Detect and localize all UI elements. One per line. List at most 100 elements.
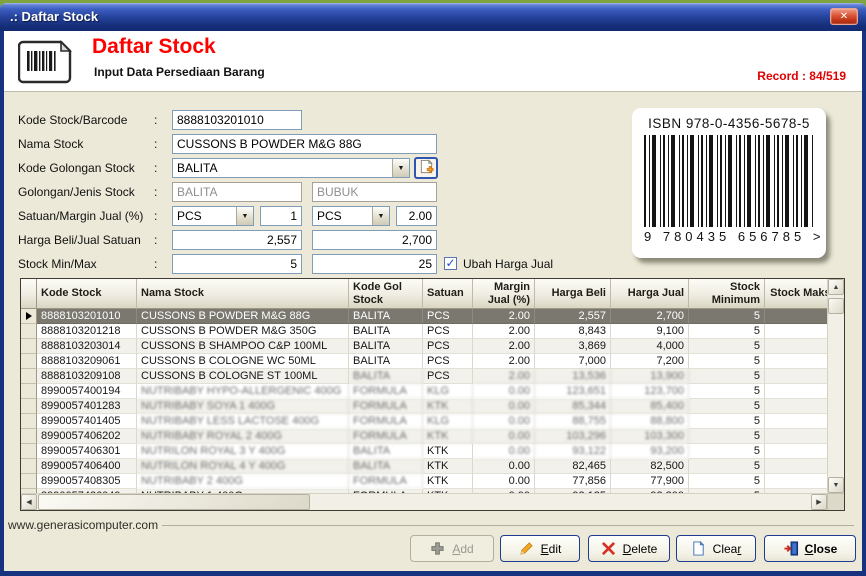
stock-max-input[interactable] xyxy=(312,254,437,274)
new-item-icon xyxy=(419,159,434,177)
harga-beli-input[interactable] xyxy=(172,230,302,250)
table-cell xyxy=(765,474,827,489)
row-selector[interactable] xyxy=(21,354,37,369)
table-cell: 2,700 xyxy=(611,309,689,324)
record-counter: Record : 84/519 xyxy=(757,69,846,83)
golongan-display-field xyxy=(172,182,302,202)
table-cell xyxy=(765,414,827,429)
table-cell xyxy=(765,324,827,339)
kode-golongan-combo[interactable]: BALITA ▼ xyxy=(172,158,410,178)
row-selector[interactable] xyxy=(21,369,37,384)
row-selector[interactable] xyxy=(21,399,37,414)
scroll-right-icon[interactable]: ▶ xyxy=(811,494,827,510)
stock-min-input[interactable] xyxy=(172,254,302,274)
column-header[interactable]: Satuan xyxy=(423,279,473,309)
chevron-down-icon[interactable]: ▼ xyxy=(372,207,389,225)
table-cell: 7,000 xyxy=(535,354,611,369)
edit-button[interactable]: Edit xyxy=(500,535,580,562)
kode-golongan-value: BALITA xyxy=(173,159,392,177)
column-header[interactable]: Kode Gol Stock xyxy=(349,279,423,309)
table-cell: NUTRILON ROYAL 4 Y 400G xyxy=(137,459,349,474)
table-cell: 2.00 xyxy=(473,369,535,384)
table-row[interactable]: 8888103203014CUSSONS B SHAMPOO C&P 100ML… xyxy=(21,339,827,354)
chevron-down-icon[interactable]: ▼ xyxy=(392,159,409,177)
add-golongan-button[interactable] xyxy=(414,157,438,179)
row-selector[interactable] xyxy=(21,429,37,444)
table-header-row: Kode StockNama StockKode Gol StockSatuan… xyxy=(21,279,827,309)
row-selector[interactable] xyxy=(21,444,37,459)
scroll-up-icon[interactable]: ▲ xyxy=(828,279,844,295)
close-icon[interactable]: ✕ xyxy=(830,8,858,25)
page-subtitle: Input Data Persediaan Barang xyxy=(94,65,265,79)
chevron-down-icon[interactable]: ▼ xyxy=(236,207,253,225)
label-kode-golongan: Kode Golongan Stock xyxy=(18,158,158,178)
harga-jual-input[interactable] xyxy=(312,230,437,250)
satuan2-combo[interactable]: PCS ▼ xyxy=(312,206,390,226)
table-cell: BALITA xyxy=(349,339,423,354)
table-cell: 5 xyxy=(689,474,765,489)
app-header: Daftar Stock Input Data Persediaan Baran… xyxy=(4,31,862,92)
table-cell: BALITA xyxy=(349,309,423,324)
table-cell xyxy=(765,309,827,324)
table-cell: 8990057401405 xyxy=(37,414,137,429)
table-row[interactable]: 8990057401283NUTRIBABY SOYA 1 400GFORMUL… xyxy=(21,399,827,414)
column-header[interactable]: Harga Jual xyxy=(611,279,689,309)
column-header[interactable]: Nama Stock xyxy=(137,279,349,309)
vertical-scroll-thumb[interactable] xyxy=(828,298,844,314)
table-row[interactable]: 8990057400194NUTRIBABY HYPO-ALLERGENIC 4… xyxy=(21,384,827,399)
scroll-left-icon[interactable]: ◀ xyxy=(21,494,37,510)
column-header[interactable]: Stock Minimum xyxy=(689,279,765,309)
table-cell: 0.00 xyxy=(473,459,535,474)
column-header[interactable]: Stock Maksimum xyxy=(765,279,827,309)
row-selector[interactable] xyxy=(21,324,37,339)
row-selector[interactable] xyxy=(21,339,37,354)
ubah-harga-checkbox[interactable]: ✓ xyxy=(444,257,457,270)
row-selector[interactable] xyxy=(21,414,37,429)
table-viewport: Kode StockNama StockKode Gol StockSatuan… xyxy=(21,279,827,493)
clear-button[interactable]: Clear xyxy=(676,535,756,562)
kode-stock-input[interactable] xyxy=(172,110,302,130)
table-cell: 8888103203014 xyxy=(37,339,137,354)
table-cell: BALITA xyxy=(349,444,423,459)
row-selector[interactable] xyxy=(21,459,37,474)
margin1-input[interactable] xyxy=(260,206,302,226)
close-button[interactable]: Close xyxy=(764,535,856,562)
column-header[interactable]: Margin Jual (%) xyxy=(473,279,535,309)
title-bar[interactable]: .: Daftar Stock ✕ xyxy=(0,3,866,31)
row-selector[interactable] xyxy=(21,474,37,489)
column-header[interactable]: Harga Beli xyxy=(535,279,611,309)
column-header[interactable]: Kode Stock xyxy=(37,279,137,309)
website-label: www.generasicomputer.com xyxy=(8,518,162,532)
table-row[interactable]: 8990057401405NUTRIBABY LESS LACTOSE 400G… xyxy=(21,414,827,429)
horizontal-scrollbar[interactable]: ◀ ▶ xyxy=(21,493,827,510)
table-row[interactable]: 8990057406400NUTRILON ROYAL 4 Y 400GBALI… xyxy=(21,459,827,474)
row-selector[interactable] xyxy=(21,309,37,324)
label-satuan-margin: Satuan/Margin Jual (%) xyxy=(18,206,158,226)
nama-stock-input[interactable] xyxy=(172,134,437,154)
barcode-card: ISBN 978-0-4356-5678-5 9 780435 656785 > xyxy=(632,108,826,258)
scrollbar-corner xyxy=(827,493,844,510)
table-cell: FORMULA xyxy=(349,429,423,444)
button-label: Delete xyxy=(623,542,658,556)
label-kode-stock: Kode Stock/Barcode xyxy=(18,110,158,130)
colon: : xyxy=(154,182,157,202)
table-cell: 8990057401283 xyxy=(37,399,137,414)
table-row[interactable]: 8888103209061CUSSONS B COLOGNE WC 50MLBA… xyxy=(21,354,827,369)
row-selector[interactable] xyxy=(21,384,37,399)
table-row[interactable]: 8990057406301NUTRILON ROYAL 3 Y 400GBALI… xyxy=(21,444,827,459)
table-cell: 8888103201010 xyxy=(37,309,137,324)
colon: : xyxy=(154,110,157,130)
table-row[interactable]: 8888103201010CUSSONS B POWDER M&G 88GBAL… xyxy=(21,309,827,324)
vertical-scrollbar[interactable]: ▲ ▼ xyxy=(827,279,844,493)
delete-button[interactable]: Delete xyxy=(588,535,670,562)
table-row[interactable]: 8990057406202NUTRIBABY ROYAL 2 400GFORMU… xyxy=(21,429,827,444)
scroll-down-icon[interactable]: ▼ xyxy=(828,477,844,493)
margin2-input[interactable] xyxy=(396,206,437,226)
horizontal-scroll-thumb[interactable] xyxy=(38,494,310,510)
table-cell xyxy=(765,369,827,384)
satuan1-combo[interactable]: PCS ▼ xyxy=(172,206,254,226)
table-row[interactable]: 8888103209108CUSSONS B COLOGNE ST 100MLB… xyxy=(21,369,827,384)
table-row[interactable]: 8990057408305NUTRIBABY 2 400GFORMULAKTK0… xyxy=(21,474,827,489)
table-row[interactable]: 8888103201218CUSSONS B POWDER M&G 350GBA… xyxy=(21,324,827,339)
door-icon xyxy=(783,541,799,557)
